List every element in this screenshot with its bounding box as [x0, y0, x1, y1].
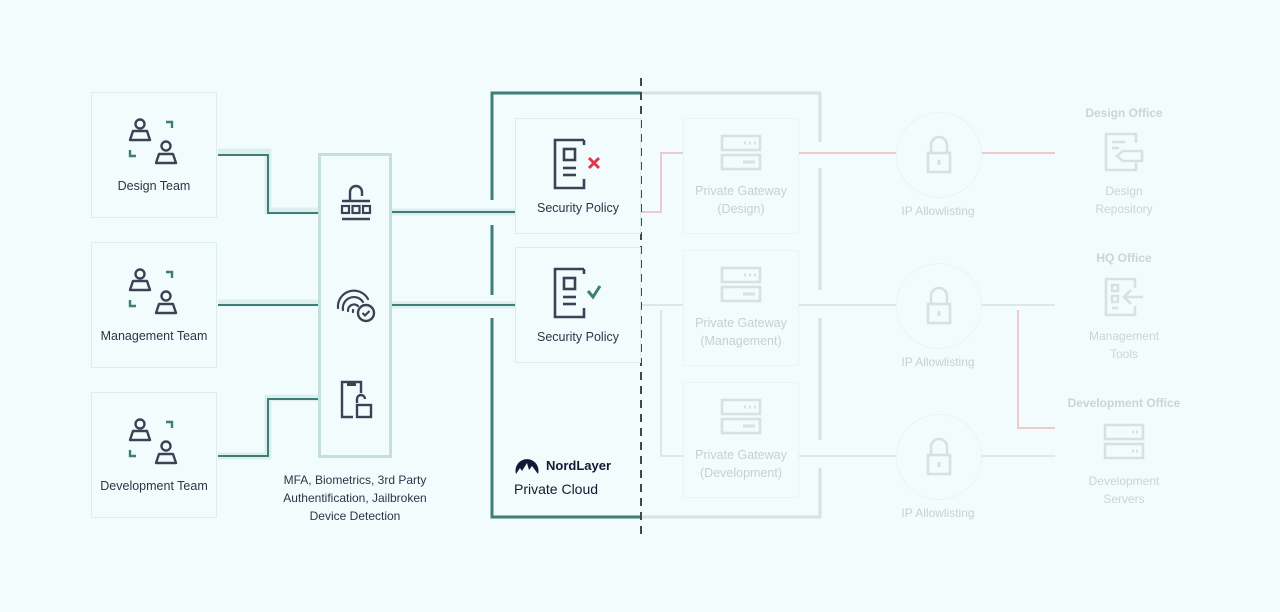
- development-servers-icon: [1103, 423, 1145, 460]
- team-label: Design Team: [117, 179, 191, 193]
- authentication-caption: MFA, Biometrics, 3rd Party Authentificat…: [260, 471, 450, 525]
- gateway-label-line: (Development): [700, 466, 782, 480]
- gateway-label: Private Gateway (Development): [695, 446, 787, 482]
- development-team-card[interactable]: Development Team: [91, 392, 217, 518]
- gateway-label-line: (Management): [700, 334, 782, 348]
- private-cloud-label: Private Cloud: [514, 481, 599, 497]
- team-icon: [128, 268, 178, 315]
- gateway-label: Private Gateway (Management): [695, 314, 787, 350]
- private-gateway-design-card[interactable]: Private Gateway (Design): [683, 118, 799, 234]
- private-gateway-management-card[interactable]: Private Gateway (Management): [683, 250, 799, 366]
- office-title: Design Office: [1085, 106, 1163, 120]
- office-resource-label: Management Tools: [1044, 327, 1204, 363]
- ip-allowlisting-node[interactable]: [896, 263, 982, 349]
- security-policy-deny-card[interactable]: Security Policy: [515, 118, 641, 234]
- gateway-label-line: Private Gateway: [695, 316, 787, 330]
- padlock-icon: [926, 286, 952, 325]
- design-repository-icon: [1104, 132, 1144, 172]
- gateway-label-line: Private Gateway: [695, 184, 787, 198]
- office-resource-label: Design Repository: [1044, 182, 1204, 218]
- nordlayer-logo-icon: [515, 459, 539, 474]
- office-title: HQ Office: [1096, 251, 1152, 265]
- ip-allowlisting-node[interactable]: [896, 414, 982, 500]
- padlock-icon: [926, 135, 952, 174]
- team-auth-connectors: [218, 148, 318, 460]
- padlock-keypad-icon: [340, 184, 372, 221]
- ip-allowlisting-label: IP Allowlisting: [901, 355, 975, 369]
- authentication-column: [318, 153, 392, 458]
- policy-label: Security Policy: [537, 330, 619, 344]
- team-icon: [128, 418, 178, 465]
- server-icon: [720, 266, 762, 303]
- management-tools-icon: [1104, 277, 1143, 317]
- auth-cloud-connectors: [392, 208, 515, 309]
- office-resource-label: Development Servers: [1044, 472, 1204, 508]
- resource-line: Development: [1088, 474, 1160, 488]
- gateway-label: Private Gateway (Design): [695, 182, 787, 218]
- team-label: Management Team: [100, 329, 208, 343]
- fingerprint-check-icon: [336, 289, 376, 323]
- policy-label: Security Policy: [537, 201, 619, 215]
- server-icon: [720, 398, 762, 435]
- ip-allowlisting-node[interactable]: [896, 112, 982, 198]
- policy-allow-icon: [553, 267, 602, 319]
- team-label: Development Team: [100, 479, 208, 493]
- caption-line: Authentification, Jailbroken: [283, 491, 427, 505]
- resource-line: Design: [1105, 184, 1143, 198]
- ip-allowlisting-label: IP Allowlisting: [901, 506, 975, 520]
- gateway-label-line: (Design): [717, 202, 765, 216]
- gateway-label-line: Private Gateway: [695, 448, 787, 462]
- design-team-card[interactable]: Design Team: [91, 92, 217, 218]
- resource-line: Management: [1088, 329, 1160, 343]
- nordlayer-brand: NordLayer: [514, 455, 611, 475]
- policy-deny-icon: [553, 138, 601, 190]
- office-title: Development Office: [1067, 396, 1181, 410]
- jailbroken-device-icon: [340, 380, 373, 419]
- resource-line: Tools: [1109, 347, 1138, 361]
- security-policy-allow-card[interactable]: Security Policy: [515, 247, 641, 363]
- padlock-icon: [926, 437, 952, 476]
- caption-line: MFA, Biometrics, 3rd Party: [283, 473, 427, 487]
- resource-line: Servers: [1103, 492, 1145, 506]
- brand-name: NordLayer: [546, 457, 612, 473]
- team-icon: [128, 118, 178, 165]
- management-team-card[interactable]: Management Team: [91, 242, 217, 368]
- resource-line: Repository: [1095, 202, 1153, 216]
- server-icon: [720, 134, 762, 171]
- caption-line: Device Detection: [309, 509, 401, 523]
- ip-allowlisting-label: IP Allowlisting: [901, 204, 975, 218]
- private-gateway-development-card[interactable]: Private Gateway (Development): [683, 382, 799, 498]
